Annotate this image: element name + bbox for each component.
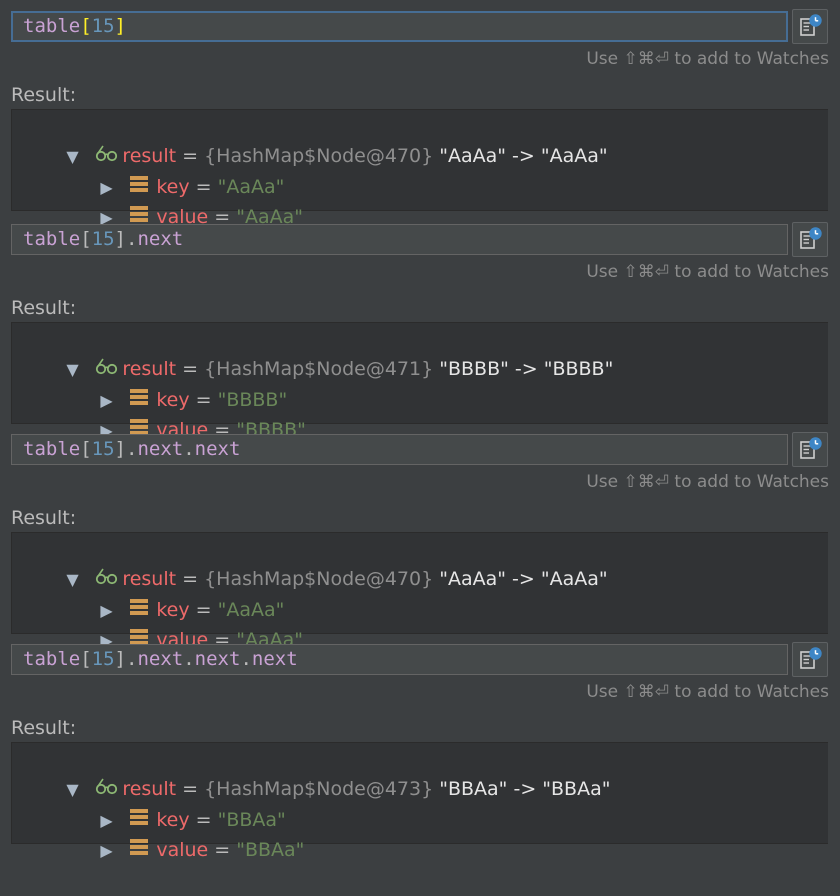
expression-token: [ xyxy=(80,438,92,460)
field-node-value[interactable]: ▶ value = "AaAa" xyxy=(52,595,303,651)
add-to-watches-hint: Use ⇧⌘⏎ to add to Watches xyxy=(586,49,829,69)
add-to-watches-icon xyxy=(800,14,822,36)
result-label: Result: xyxy=(11,297,77,319)
add-to-watches-hint: Use ⇧⌘⏎ to add to Watches xyxy=(586,472,829,492)
evaluation-block: table[15].next.next Use ⇧⌘⏎ to add to Wa… xyxy=(0,423,840,651)
field-icon xyxy=(128,836,156,866)
expression-token: . xyxy=(183,648,195,670)
expression-token: next xyxy=(194,438,241,460)
result-summary: "BBAa" -> "BBAa" xyxy=(439,778,611,800)
add-to-watches-button[interactable] xyxy=(792,432,828,467)
field-node-value[interactable]: ▶ value = "BBAa" xyxy=(52,805,304,861)
evaluation-block: table[15].next Use ⇧⌘⏎ to add to Watches… xyxy=(0,213,840,441)
field-node-key[interactable]: ▶ key = "BBBB" xyxy=(52,355,287,411)
result-label: Result: xyxy=(11,507,77,529)
result-node[interactable]: ▼ result = {HashMap$Node@471} "BBBB" -> "… xyxy=(18,324,613,380)
expression-token: 15 xyxy=(91,648,115,670)
result-label: Result: xyxy=(11,84,77,106)
add-to-watches-button[interactable] xyxy=(792,642,828,677)
expression-token: table xyxy=(23,228,81,250)
field-value: "BBAa" xyxy=(236,839,305,861)
expression-input[interactable]: table[15].next.next xyxy=(11,434,788,465)
result-node[interactable]: ▼ result = {HashMap$Node@470} "AaAa" -> "… xyxy=(18,534,607,590)
expression-token: 15 xyxy=(91,228,115,250)
add-to-watches-button[interactable] xyxy=(792,9,828,44)
result-summary: "AaAa" -> "AaAa" xyxy=(439,568,608,590)
expression-token: next xyxy=(251,648,298,670)
expression-token: next xyxy=(137,438,184,460)
triangle-right-icon[interactable]: ▶ xyxy=(100,836,128,866)
result-summary: "AaAa" -> "AaAa" xyxy=(439,145,608,167)
add-to-watches-icon xyxy=(800,647,822,669)
field-node-value[interactable]: ▶ value = "AaAa" xyxy=(52,172,303,228)
field-name: value xyxy=(156,839,209,861)
result-node[interactable]: ▼ result = {HashMap$Node@473} "BBAa" -> "… xyxy=(18,744,610,800)
result-tree: ▼ result = {HashMap$Node@470} "AaAa" -> "… xyxy=(11,532,828,651)
result-node[interactable]: ▼ result = {HashMap$Node@470} "AaAa" -> "… xyxy=(18,111,607,167)
add-to-watches-button[interactable] xyxy=(792,222,828,257)
result-tree: ▼ result = {HashMap$Node@473} "BBAa" -> "… xyxy=(11,742,828,861)
result-label: Result: xyxy=(11,717,77,739)
expression-token: table xyxy=(23,15,81,37)
expression-input[interactable]: table[15].next.next.next xyxy=(11,644,788,675)
expression-token: table xyxy=(23,438,81,460)
expression-token: ] xyxy=(114,15,126,37)
expression-token: table xyxy=(23,648,81,670)
expression-token: . xyxy=(183,438,195,460)
field-node-key[interactable]: ▶ key = "AaAa" xyxy=(52,142,284,198)
expression-token: [ xyxy=(80,648,92,670)
expression-token: ] xyxy=(114,228,126,250)
expression-token: . xyxy=(126,228,138,250)
expression-input[interactable]: table[15].next xyxy=(11,224,788,255)
add-to-watches-hint: Use ⇧⌘⏎ to add to Watches xyxy=(586,262,829,282)
expression-token: next xyxy=(194,648,241,670)
expression-token: 15 xyxy=(91,438,115,460)
expression-token: ] xyxy=(114,438,126,460)
result-summary: "BBBB" -> "BBBB" xyxy=(439,358,614,380)
result-tree: ▼ result = {HashMap$Node@470} "AaAa" -> "… xyxy=(11,109,828,228)
expression-token: next xyxy=(137,648,184,670)
expression-token: [ xyxy=(80,228,92,250)
add-to-watches-icon xyxy=(800,437,822,459)
evaluation-block: table[15].next.next.next Use ⇧⌘⏎ to add … xyxy=(0,633,840,861)
field-node-key[interactable]: ▶ key = "BBAa" xyxy=(52,775,286,831)
evaluation-block: table[15] Use ⇧⌘⏎ to add to Watches Resu… xyxy=(0,0,840,228)
field-node-value[interactable]: ▶ value = "BBBB" xyxy=(52,385,306,441)
result-tree: ▼ result = {HashMap$Node@471} "BBBB" -> "… xyxy=(11,322,828,441)
equals-sign: = xyxy=(208,839,237,861)
expression-token: next xyxy=(137,228,184,250)
expression-token: . xyxy=(240,648,252,670)
expression-token: [ xyxy=(80,15,92,37)
expression-token: 15 xyxy=(91,15,115,37)
add-to-watches-icon xyxy=(800,227,822,249)
add-to-watches-hint: Use ⇧⌘⏎ to add to Watches xyxy=(586,682,829,702)
expression-token: . xyxy=(126,648,138,670)
expression-input[interactable]: table[15] xyxy=(11,11,788,42)
field-node-key[interactable]: ▶ key = "AaAa" xyxy=(52,565,284,621)
expression-token: . xyxy=(126,438,138,460)
expression-token: ] xyxy=(114,648,126,670)
